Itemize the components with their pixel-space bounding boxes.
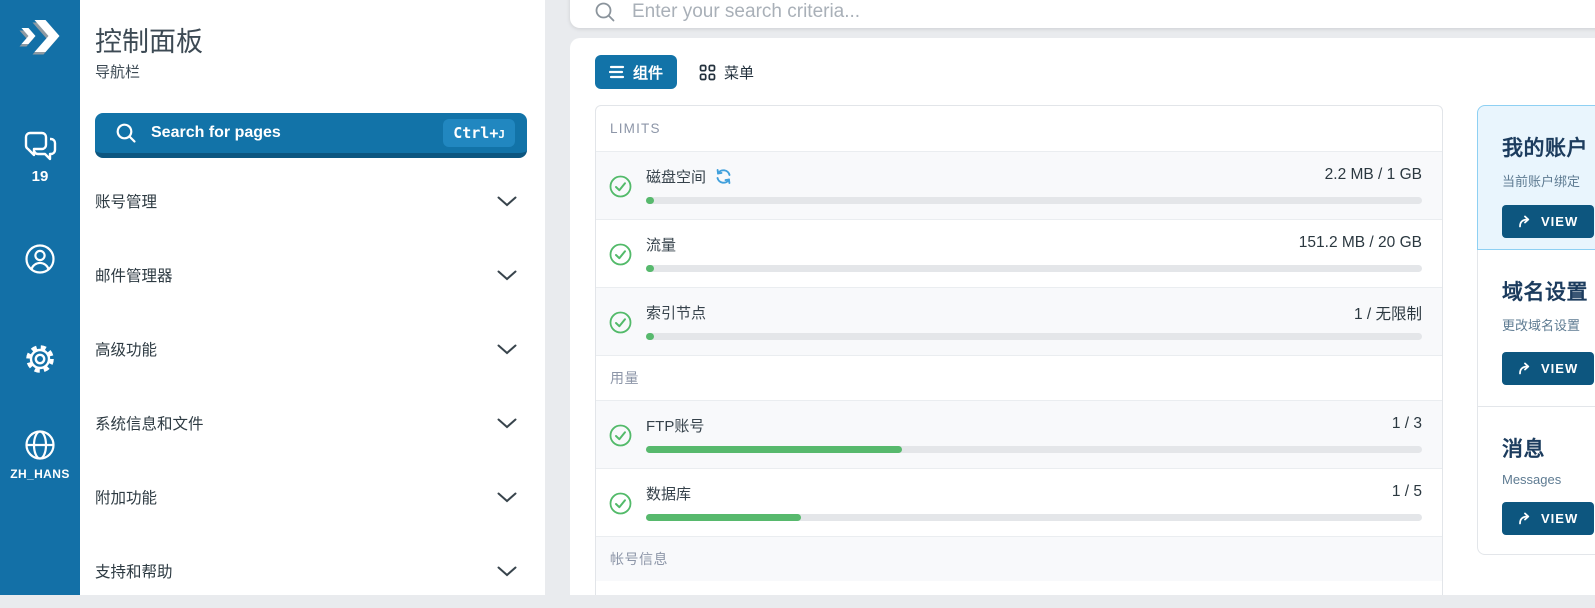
chevron-down-icon — [497, 196, 517, 207]
external-link-icon — [1519, 362, 1530, 375]
view-button[interactable]: VIEW — [1502, 502, 1595, 535]
search-button-label: Search for pages — [151, 124, 281, 141]
search-icon — [595, 2, 615, 22]
check-circle-icon — [609, 424, 632, 447]
meter-row-databases: 数据库 1 / 5 — [596, 468, 1442, 536]
meter-label: 索引节点 — [646, 305, 707, 322]
card-domain-settings[interactable]: 域名设置 更改域名设置 VIEW — [1477, 249, 1595, 407]
chevron-down-icon — [497, 492, 517, 503]
card-title: 我的账户 — [1502, 137, 1588, 160]
chat-icon — [24, 131, 57, 161]
check-circle-icon — [609, 243, 632, 266]
messages-rail-button[interactable] — [0, 130, 80, 162]
progress-bar — [646, 265, 1422, 272]
progress-fill — [646, 446, 903, 453]
meter-label: FTP账号 — [646, 418, 705, 435]
meter-label: 流量 — [646, 237, 677, 254]
progress-fill — [646, 514, 802, 521]
progress-bar — [646, 446, 1422, 453]
progress-fill — [646, 265, 654, 272]
progress-bar — [646, 333, 1422, 340]
chevron-down-icon — [497, 344, 517, 355]
external-link-icon — [1519, 215, 1530, 228]
nav-item-additional-features[interactable]: 附加功能 — [95, 460, 527, 534]
account-rail-button[interactable] — [0, 242, 80, 276]
settings-rail-button[interactable] — [0, 342, 80, 376]
navigation-panel: 控制面板 导航栏 Search for pages Ctrl+J 账号管理 邮件… — [80, 0, 545, 595]
progress-bar — [646, 514, 1422, 521]
view-button[interactable]: VIEW — [1502, 352, 1595, 385]
meter-row-inodes: 索引节点 1 / 无限制 — [596, 287, 1442, 355]
meter-value: 2.2 MB / 1 GB — [1324, 166, 1422, 183]
nav-item-mail-manager[interactable]: 邮件管理器 — [95, 238, 527, 312]
grid-icon — [699, 64, 716, 80]
messages-count-badge: 19 — [31, 168, 49, 185]
check-circle-icon — [609, 175, 632, 198]
check-circle-icon — [609, 492, 632, 515]
language-rail-button[interactable] — [0, 428, 80, 462]
meter-value: 1 / 无限制 — [1353, 306, 1422, 323]
shortcut-cards: 我的账户 当前账户绑定 VIEW 域名设置 更改域名设置 VIEW 消息 Mes… — [1477, 105, 1595, 555]
meter-row-disk-space: 磁盘空间 2.2 MB / 1 GB — [596, 151, 1442, 219]
progress-bar — [646, 197, 1422, 204]
tab-components[interactable]: 组件 — [595, 55, 678, 89]
section-header-limits: LIMITS — [610, 121, 661, 136]
meter-label: 磁盘空间 — [646, 169, 707, 186]
chevron-down-icon — [497, 270, 517, 281]
meter-value: 1 / 3 — [1391, 415, 1422, 432]
limits-panel: LIMITS 磁盘空间 2.2 MB / 1 GB 流量 151.2 MB / … — [595, 105, 1443, 595]
app-logo[interactable] — [0, 12, 80, 62]
main-area: 组件 菜单 LIMITS 磁盘空间 — [545, 0, 1595, 595]
section-header-usage: 用量 — [596, 355, 1442, 400]
chevron-down-icon — [497, 566, 517, 577]
recalculate-icon[interactable] — [715, 168, 732, 185]
global-search-bar[interactable] — [570, 0, 1595, 28]
view-tabs: 组件 菜单 — [595, 55, 768, 89]
nav-item-system-info-files[interactable]: 系统信息和文件 — [95, 386, 527, 460]
list-icon — [609, 65, 625, 79]
progress-fill — [646, 197, 654, 204]
card-my-account[interactable]: 我的账户 当前账户绑定 VIEW — [1477, 105, 1595, 250]
card-title: 消息 — [1502, 438, 1545, 461]
double-chevron-logo-icon — [19, 20, 60, 55]
meter-row-traffic: 流量 151.2 MB / 20 GB — [596, 219, 1442, 287]
search-pages-button[interactable]: Search for pages Ctrl+J — [95, 113, 527, 158]
card-title: 域名设置 — [1502, 281, 1588, 304]
card-subtitle: Messages — [1502, 472, 1562, 487]
tab-menu[interactable]: 菜单 — [685, 55, 768, 89]
keyboard-shortcut-badge: Ctrl+J — [443, 119, 515, 147]
nav-menu: 账号管理 邮件管理器 高级功能 系统信息和文件 附加功能 支持和帮助 — [95, 164, 527, 608]
meter-value: 151.2 MB / 20 GB — [1298, 234, 1422, 251]
card-messages[interactable]: 消息 Messages VIEW — [1477, 406, 1595, 555]
page-title: 控制面板 — [95, 27, 203, 57]
meter-value: 1 / 5 — [1391, 483, 1422, 500]
nav-item-support-help[interactable]: 支持和帮助 — [95, 534, 527, 608]
page-subtitle: 导航栏 — [95, 64, 141, 81]
chevron-down-icon — [497, 418, 517, 429]
content-container: 组件 菜单 LIMITS 磁盘空间 2.2 MB / 1 GB 流量 151.2… — [570, 38, 1595, 595]
language-code-label: ZH_HANS — [10, 467, 70, 481]
section-header-account-info: 帐号信息 — [596, 536, 1442, 581]
view-button[interactable]: VIEW — [1502, 205, 1595, 238]
user-icon — [25, 244, 55, 274]
meter-row-ftp-accounts: FTP账号 1 / 3 — [596, 400, 1442, 468]
icon-rail: 19 ZH_HANS — [0, 0, 80, 595]
card-subtitle: 当前账户绑定 — [1502, 174, 1581, 189]
search-icon — [116, 123, 136, 143]
nav-item-account-management[interactable]: 账号管理 — [95, 164, 527, 238]
gear-icon — [26, 345, 54, 373]
globe-icon — [25, 430, 55, 460]
check-circle-icon — [609, 311, 632, 334]
progress-fill — [646, 333, 654, 340]
meter-label: 数据库 — [646, 486, 692, 503]
nav-item-advanced-features[interactable]: 高级功能 — [95, 312, 527, 386]
card-subtitle: 更改域名设置 — [1502, 318, 1581, 333]
global-search-input[interactable] — [632, 1, 1432, 25]
external-link-icon — [1519, 512, 1530, 525]
